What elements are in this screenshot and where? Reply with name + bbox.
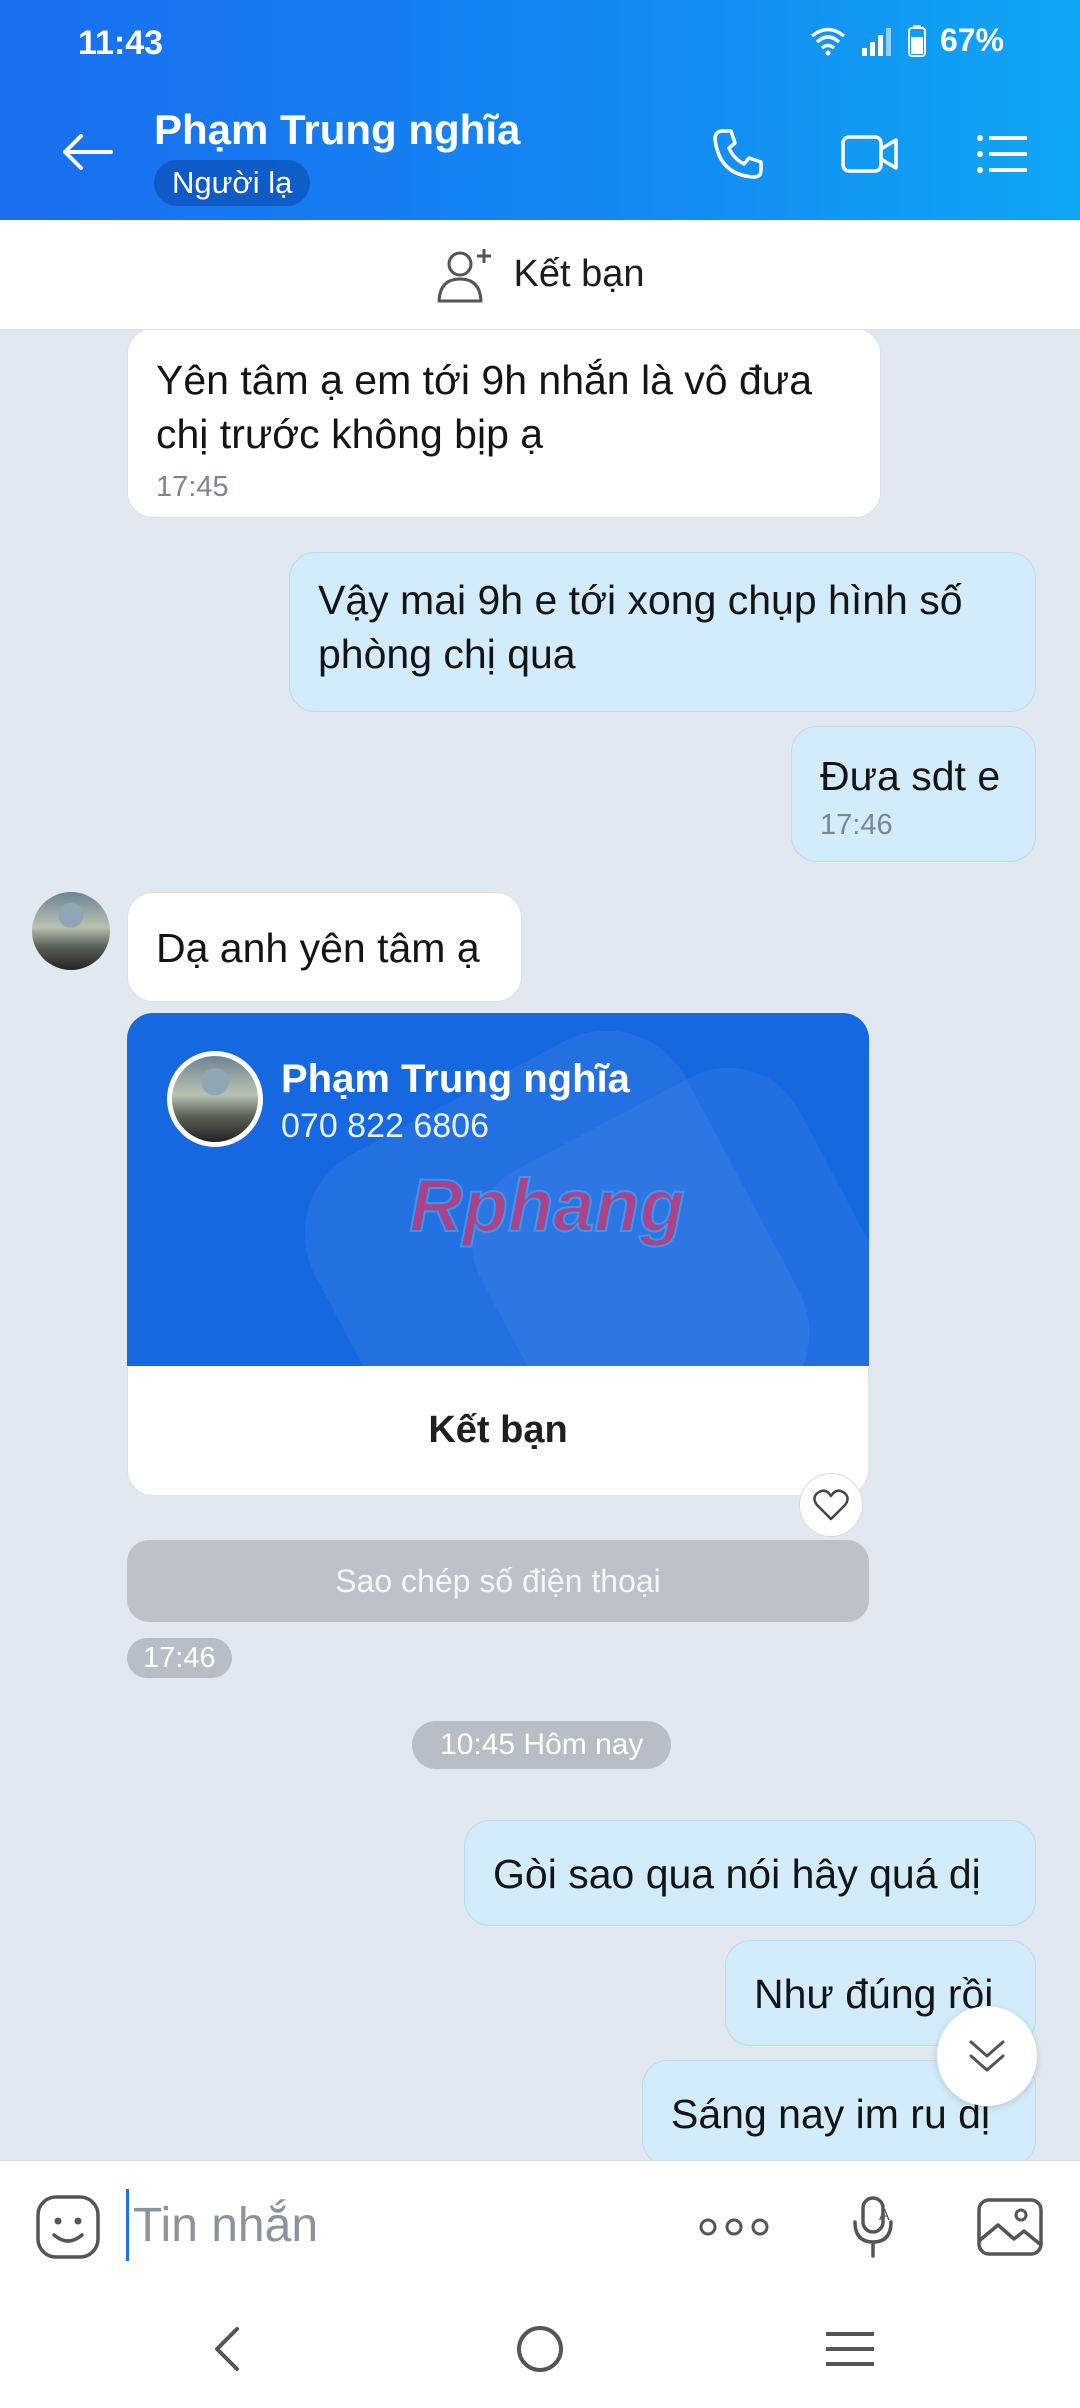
chevron-left-icon [215, 2327, 239, 2371]
message-text: Yên tâm ạ em tới 9h nhắn là vô đưa chị t… [156, 357, 813, 457]
call-button[interactable] [706, 122, 770, 186]
message-time: 17:46 [820, 809, 893, 841]
add-friend-label: Kết bạn [513, 253, 645, 295]
wifi-icon [810, 27, 846, 55]
nav-home-button[interactable] [500, 2314, 580, 2384]
nav-recents-button[interactable] [810, 2314, 890, 2384]
video-camera-icon [841, 135, 898, 173]
message-input[interactable] [126, 2189, 646, 2261]
microphone-icon: A [853, 2196, 893, 2258]
sender-avatar[interactable] [32, 892, 110, 970]
battery-icon [907, 24, 926, 57]
svg-text:Rphang: Rphang [409, 1164, 684, 1247]
copy-phone-button[interactable]: Sao chép số điện thoại [127, 1540, 869, 1622]
contact-card[interactable]: Phạm Trung nghĩa 070 822 6806 Rphang Kết… [127, 1013, 869, 1828]
card-phone-number: 070 822 6806 [281, 1107, 489, 1145]
contact-name[interactable]: Phạm Trung nghĩa [154, 106, 520, 154]
recents-icon [826, 2332, 874, 2366]
message-time: 17:45 [156, 471, 229, 503]
more-dots-icon [699, 2218, 769, 2236]
image-button[interactable] [974, 2191, 1046, 2263]
react-button[interactable] [799, 1473, 863, 1537]
more-options-button[interactable] [698, 2191, 770, 2263]
status-clock: 11:43 [78, 24, 164, 62]
svg-text:A: A [879, 2207, 890, 2224]
home-circle-icon [517, 2326, 563, 2372]
message-outgoing[interactable]: Vậy mai 9h e tới xong chụp hình số phòng… [289, 552, 1036, 712]
system-nav-bar [0, 2290, 1080, 2408]
image-icon [977, 2198, 1043, 2256]
message-list[interactable]: Yên tâm ạ em tới 9h nhắn là vô đưa chị t… [0, 330, 1080, 2160]
watermark-logo: Rphang [408, 1163, 685, 1248]
card-add-friend-button[interactable]: Kết bạn [127, 1366, 869, 1496]
list-menu-icon [977, 135, 1027, 173]
message-text: Vậy mai 9h e tới xong chụp hình số phòng… [318, 577, 963, 677]
status-bar: 11:43 67% [0, 0, 1080, 88]
date-divider: 10:45 Hôm nay [412, 1721, 672, 1769]
message-outgoing[interactable]: Gòi sao qua nói hây quá dị [464, 1820, 1036, 1926]
scroll-to-bottom-button[interactable] [937, 2006, 1037, 2106]
contact-card-header: Phạm Trung nghĩa 070 822 6806 Rphang [127, 1013, 869, 1366]
message-input-bar: A [0, 2160, 1080, 2290]
card-contact-name: Phạm Trung nghĩa [281, 1057, 630, 1101]
nav-back-button[interactable] [186, 2314, 266, 2384]
message-text: Đưa sdt e [820, 753, 1001, 799]
emoji-button[interactable] [34, 2193, 102, 2266]
arrow-left-icon [63, 134, 113, 170]
message-text: Dạ anh yên tâm ạ [156, 925, 480, 971]
message-incoming[interactable]: Yên tâm ạ em tới 9h nhắn là vô đưa chị t… [127, 330, 881, 518]
voice-button[interactable]: A [838, 2191, 910, 2263]
signal-icon [861, 27, 891, 56]
phone-icon [713, 129, 763, 179]
message-outgoing[interactable]: Đưa sdt e 17:46 [791, 726, 1036, 862]
double-chevron-down-icon [969, 2040, 1005, 2072]
message-text: Gòi sao qua nói hây quá dị [493, 1851, 981, 1897]
message-incoming[interactable]: Dạ anh yên tâm ạ [127, 892, 522, 1002]
stranger-badge: Người lạ [154, 160, 311, 206]
status-icons: 67% [810, 22, 1004, 59]
back-button[interactable] [52, 122, 122, 182]
chat-header: Phạm Trung nghĩa Người lạ [0, 88, 1080, 220]
card-time: 17:46 [127, 1638, 232, 1678]
emoji-icon [36, 2195, 100, 2259]
menu-button[interactable] [970, 122, 1034, 186]
add-friend-bar[interactable]: Kết bạn [0, 220, 1080, 330]
heart-icon [813, 1489, 849, 1521]
battery-percent: 67% [939, 22, 1004, 58]
card-avatar [167, 1051, 263, 1147]
video-call-button[interactable] [838, 122, 902, 186]
add-user-icon [437, 248, 491, 302]
